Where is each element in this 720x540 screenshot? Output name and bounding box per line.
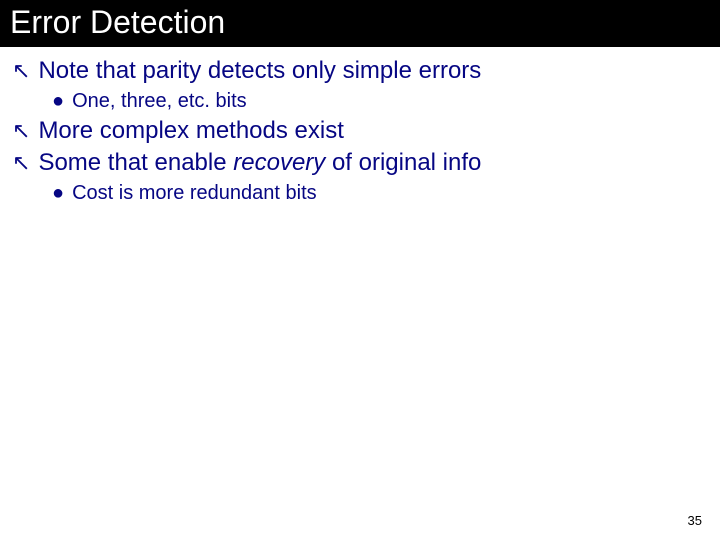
slide-title-bar: Error Detection [0, 0, 720, 47]
bullet-sub-text: Cost is more redundant bits [72, 181, 317, 205]
bullet-sub-item: ● One, three, etc. bits [52, 89, 708, 113]
bullet-item: ↖ Some that enable recovery of original … [12, 149, 708, 177]
slide-title: Error Detection [10, 4, 225, 40]
bullet-item: ↖ Note that parity detects only simple e… [12, 57, 708, 85]
bullet-text-pre: Some that enable [38, 149, 233, 176]
bullet-sub-item: ● Cost is more redundant bits [52, 181, 708, 205]
bullet-text-post: of original info [325, 149, 481, 176]
arrow-bullet-icon: ↖ [12, 149, 30, 177]
dot-bullet-icon: ● [52, 181, 64, 205]
bullet-text-emphasis: recovery [233, 149, 325, 176]
bullet-text: Some that enable recovery of original in… [38, 149, 481, 177]
bullet-text: More complex methods exist [38, 117, 343, 145]
arrow-bullet-icon: ↖ [12, 57, 30, 85]
slide-content: ↖ Note that parity detects only simple e… [0, 47, 720, 205]
arrow-bullet-icon: ↖ [12, 117, 30, 145]
dot-bullet-icon: ● [52, 89, 64, 113]
bullet-sub-text: One, three, etc. bits [72, 89, 247, 113]
bullet-item: ↖ More complex methods exist [12, 117, 708, 145]
page-number: 35 [688, 513, 702, 528]
bullet-text: Note that parity detects only simple err… [38, 57, 481, 85]
